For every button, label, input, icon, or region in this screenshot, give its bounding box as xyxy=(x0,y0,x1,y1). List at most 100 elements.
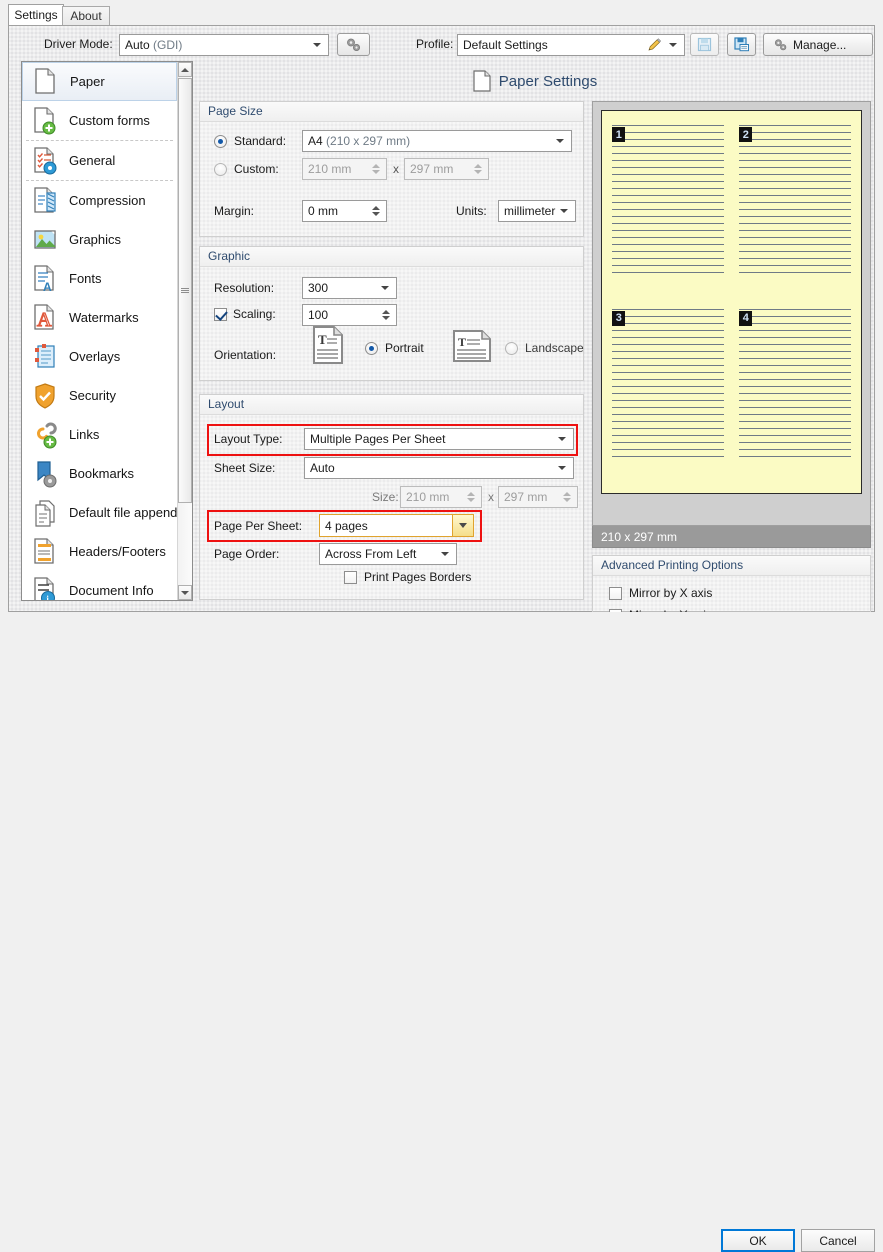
landscape-option[interactable]: Landscape xyxy=(505,341,584,355)
custom-height-value: 297 mm xyxy=(410,159,474,179)
custom-height-spinner[interactable]: 297 mm xyxy=(404,158,489,180)
pencil-icon[interactable] xyxy=(647,38,663,52)
sheet-height-spinner[interactable]: 297 mm xyxy=(498,486,578,508)
preview-page-number: 2 xyxy=(739,127,752,142)
driver-mode-label: Driver Mode: xyxy=(44,37,113,51)
sidebar-item-custom-forms[interactable]: Custom forms xyxy=(22,101,177,140)
ok-button-label: OK xyxy=(749,1234,766,1248)
sidebar-item-general[interactable]: General xyxy=(22,141,177,180)
standard-radio[interactable] xyxy=(214,135,227,148)
page-per-sheet-value: 4 pages xyxy=(320,519,452,533)
portrait-option[interactable]: Portrait xyxy=(365,341,424,355)
sidebar-item-headers-footers[interactable]: Headers/Footers xyxy=(22,532,177,571)
sidebar-item-security[interactable]: Security xyxy=(22,376,177,415)
page-order-combo[interactable]: Across From Left xyxy=(319,543,457,565)
save-profile-as-button[interactable] xyxy=(727,33,756,56)
chevron-down-icon xyxy=(560,209,568,213)
sidebar-item-bookmarks[interactable]: Bookmarks xyxy=(22,454,177,493)
scaling-checkbox-row[interactable]: Scaling: xyxy=(214,307,276,321)
sidebar-item-watermarks[interactable]: AWatermarks xyxy=(22,298,177,337)
custom-width-spinner[interactable]: 210 mm xyxy=(302,158,387,180)
spinner-arrows-icon[interactable] xyxy=(563,492,571,502)
scaling-spinner[interactable]: 100 xyxy=(302,304,397,326)
sidebar-item-overlays[interactable]: Overlays xyxy=(22,337,177,376)
driver-mode-combo[interactable]: Auto (GDI) xyxy=(119,34,329,56)
sheet-height-value: 297 mm xyxy=(504,487,563,507)
units-label: Units: xyxy=(456,204,487,218)
chevron-down-icon xyxy=(669,43,677,47)
chevron-down-icon xyxy=(459,523,467,528)
spinner-arrows-icon[interactable] xyxy=(372,164,380,174)
custom-radio[interactable] xyxy=(214,163,227,176)
standard-radio-row[interactable]: Standard: xyxy=(214,134,286,148)
scrollbar-thumb[interactable] xyxy=(178,78,192,503)
sidebar-item-label: Bookmarks xyxy=(69,466,134,481)
units-combo[interactable]: millimeter xyxy=(498,200,576,222)
sidebar-item-label: Links xyxy=(69,427,99,442)
margin-spinner[interactable]: 0 mm xyxy=(302,200,387,222)
sidebar-item-graphics[interactable]: Graphics xyxy=(22,220,177,259)
layout-type-value: Multiple Pages Per Sheet xyxy=(310,429,554,449)
layout-group-title: Layout xyxy=(200,395,583,415)
layout-type-label: Layout Type: xyxy=(214,432,283,446)
sidebar-item-paper[interactable]: Paper xyxy=(22,62,177,101)
sheet-size-combo[interactable]: Auto xyxy=(304,457,574,479)
chevron-down-icon xyxy=(313,43,321,47)
print-pages-borders-checkbox[interactable] xyxy=(344,571,357,584)
layout-type-combo[interactable]: Multiple Pages Per Sheet xyxy=(304,428,574,450)
driver-settings-button[interactable] xyxy=(337,33,370,56)
cancel-button-label: Cancel xyxy=(819,1234,856,1248)
sidebar-item-label: Headers/Footers xyxy=(69,544,166,559)
scaling-checkbox[interactable] xyxy=(214,308,227,321)
portrait-radio[interactable] xyxy=(365,342,378,355)
scrollbar-grip-icon xyxy=(181,288,189,293)
spinner-arrows-icon[interactable] xyxy=(382,310,390,320)
sheet-width-spinner[interactable]: 210 mm xyxy=(400,486,482,508)
custom-width-value: 210 mm xyxy=(308,159,372,179)
tab-about[interactable]: About xyxy=(62,6,110,26)
mirror-x-row[interactable]: Mirror by X axis xyxy=(609,586,712,600)
tab-settings[interactable]: Settings xyxy=(8,4,64,26)
landscape-page-icon[interactable]: T xyxy=(452,329,492,363)
sidebar-item-document-info[interactable]: iDocument Info xyxy=(22,571,177,601)
sidebar-item-fonts[interactable]: AFonts xyxy=(22,259,177,298)
page-per-sheet-combo[interactable]: 4 pages xyxy=(319,514,474,537)
svg-text:A: A xyxy=(37,309,52,331)
custom-radio-row[interactable]: Custom: xyxy=(214,162,279,176)
page-per-sheet-label: Page Per Sheet: xyxy=(214,519,302,533)
sidebar-item-compression[interactable]: Compression xyxy=(22,181,177,220)
scroll-down-button[interactable] xyxy=(178,585,192,600)
spinner-arrows-icon[interactable] xyxy=(467,492,475,502)
page-title-bar: Paper Settings xyxy=(199,66,871,96)
mirror-x-checkbox[interactable] xyxy=(609,587,622,600)
profile-combo[interactable]: Default Settings xyxy=(457,34,685,56)
sidebar-item-links[interactable]: Links xyxy=(22,415,177,454)
sidebar-item-default-file-append[interactable]: Default file append xyxy=(22,493,177,532)
margin-label: Margin: xyxy=(214,204,254,218)
sheet-size-separator: x xyxy=(488,490,494,504)
spinner-arrows-icon[interactable] xyxy=(474,164,482,174)
landscape-radio[interactable] xyxy=(505,342,518,355)
resolution-combo[interactable]: 300 xyxy=(302,277,397,299)
portrait-page-icon[interactable]: T xyxy=(312,325,344,365)
standard-size-combo[interactable]: A4 (210 x 297 mm) xyxy=(302,130,572,152)
scroll-down-arrow-icon xyxy=(181,591,189,595)
print-pages-borders-row[interactable]: Print Pages Borders xyxy=(344,570,471,584)
preview-page-cell: 3 xyxy=(612,306,723,482)
scroll-up-arrow-icon xyxy=(181,68,189,72)
mirror-x-label: Mirror by X axis xyxy=(629,586,712,600)
save-profile-button[interactable] xyxy=(690,33,719,56)
cancel-button[interactable]: Cancel xyxy=(801,1229,875,1252)
portrait-label: Portrait xyxy=(385,341,424,355)
manage-profiles-button[interactable]: Manage... xyxy=(763,33,873,56)
spinner-arrows-icon[interactable] xyxy=(372,206,380,216)
overlays-icon xyxy=(31,343,59,371)
chevron-down-icon xyxy=(558,437,566,441)
sidebar-scrollbar[interactable] xyxy=(177,62,192,600)
profile-label: Profile: xyxy=(416,37,453,51)
ok-button[interactable]: OK xyxy=(721,1229,795,1252)
page-per-sheet-dropdown-button[interactable] xyxy=(452,515,473,536)
scroll-up-button[interactable] xyxy=(178,62,192,77)
advanced-printing-title: Advanced Printing Options xyxy=(593,556,870,576)
scaling-value: 100 xyxy=(308,305,382,325)
